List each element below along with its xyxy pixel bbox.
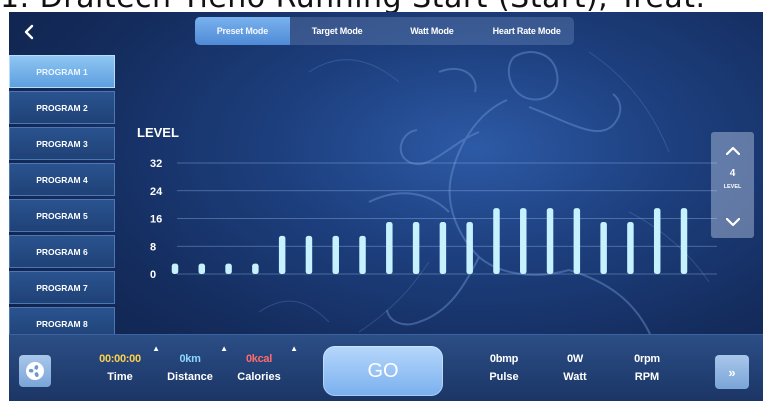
pulse-stat: 0bmp Pulse — [479, 353, 529, 383]
level-chart-title: LEVEL — [137, 125, 179, 140]
chevron-down-icon — [725, 217, 740, 226]
pulse-label: Pulse — [489, 371, 519, 383]
chevron-left-icon — [24, 24, 34, 40]
time-stat: 00:00:00 Time ▲ — [89, 344, 160, 383]
distance-adjust-caret-icon[interactable]: ▲ — [220, 344, 228, 353]
level-up-button[interactable] — [711, 138, 754, 162]
program-item-1[interactable]: PROGRAM 1 — [9, 55, 115, 88]
watt-value: 0W — [567, 353, 583, 365]
distance-stat: 0km Distance ▲ — [161, 344, 228, 383]
tab-preset-mode[interactable]: Preset Mode — [195, 17, 290, 45]
distance-value: 0km — [179, 353, 201, 365]
program-item-4[interactable]: PROGRAM 4 — [9, 163, 115, 196]
program-item-7[interactable]: PROGRAM 7 — [9, 271, 115, 304]
calories-stat: 0kcal Calories ▲ — [229, 344, 298, 383]
program-item-5[interactable]: PROGRAM 5 — [9, 199, 115, 232]
distance-label: Distance — [167, 371, 213, 383]
go-button[interactable]: GO — [323, 346, 443, 396]
time-adjust-caret-icon[interactable]: ▲ — [152, 344, 160, 353]
calories-label: Calories — [237, 371, 281, 383]
fan-button[interactable] — [19, 355, 51, 387]
console-display: Preset Mode Target Mode Watt Mode Heart … — [9, 12, 763, 401]
rpm-value: 0rpm — [634, 353, 660, 365]
rpm-label: RPM — [634, 371, 660, 383]
program-item-8[interactable]: PROGRAM 8 — [9, 307, 115, 334]
tab-watt-mode[interactable]: Watt Mode — [385, 17, 480, 45]
calories-adjust-caret-icon[interactable]: ▲ — [290, 344, 298, 353]
chevron-up-icon — [725, 146, 740, 155]
rpm-stat: 0rpm RPM — [625, 353, 669, 383]
program-item-3[interactable]: PROGRAM 3 — [9, 127, 115, 160]
program-item-2[interactable]: PROGRAM 2 — [9, 91, 115, 124]
program-list: PROGRAM 1 PROGRAM 2 PROGRAM 3 PROGRAM 4 … — [9, 54, 115, 334]
watt-stat: 0W Watt — [555, 353, 595, 383]
level-stepper: 4 LEVEL — [711, 132, 754, 238]
screen: 1. Draitech Tieno Running Start (Start);… — [0, 0, 763, 401]
level-value: 4 — [729, 168, 736, 179]
level-unit-label: LEVEL — [723, 184, 742, 190]
fan-icon — [26, 362, 44, 380]
tab-target-mode[interactable]: Target Mode — [290, 17, 385, 45]
bottom-status-bar: 00:00:00 Time ▲ 0km Distance ▲ 0kcal Cal… — [9, 334, 763, 401]
calories-value: 0kcal — [245, 353, 273, 365]
tab-heart-rate-mode[interactable]: Heart Rate Mode — [479, 17, 574, 45]
double-chevron-right-icon: » — [728, 364, 736, 380]
mode-tabs: Preset Mode Target Mode Watt Mode Heart … — [195, 17, 574, 45]
time-label: Time — [107, 371, 133, 383]
pulse-value: 0bmp — [489, 353, 519, 365]
next-button[interactable]: » — [715, 355, 749, 389]
watt-label: Watt — [563, 371, 587, 383]
program-item-6[interactable]: PROGRAM 6 — [9, 235, 115, 268]
level-down-button[interactable] — [711, 210, 754, 234]
back-button[interactable] — [15, 18, 43, 46]
time-value: 00:00:00 — [99, 353, 141, 365]
